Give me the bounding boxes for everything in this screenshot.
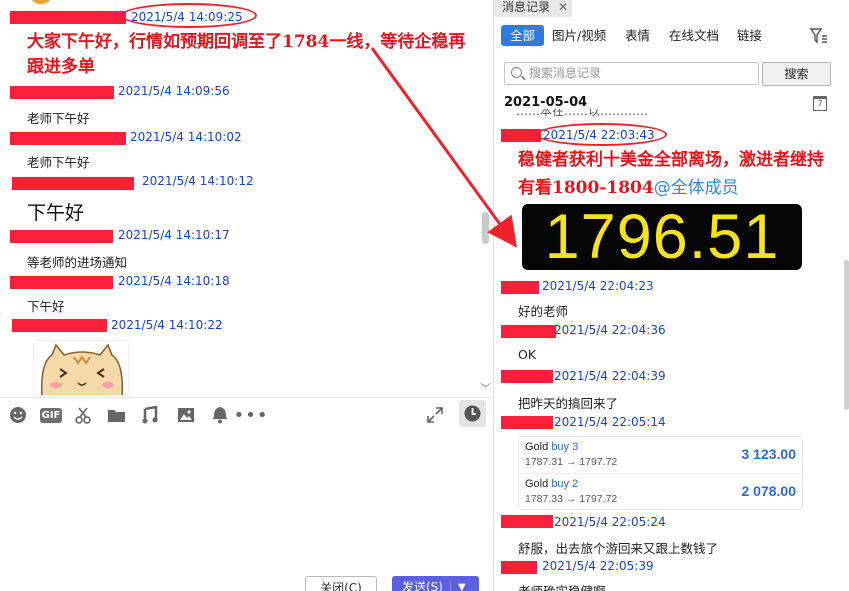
red-arrow-annotation	[370, 47, 518, 248]
chat-window: 2021/5/4 14:09:25 大家下午好，行情如预期回调至了1784一线，…	[0, 0, 849, 591]
